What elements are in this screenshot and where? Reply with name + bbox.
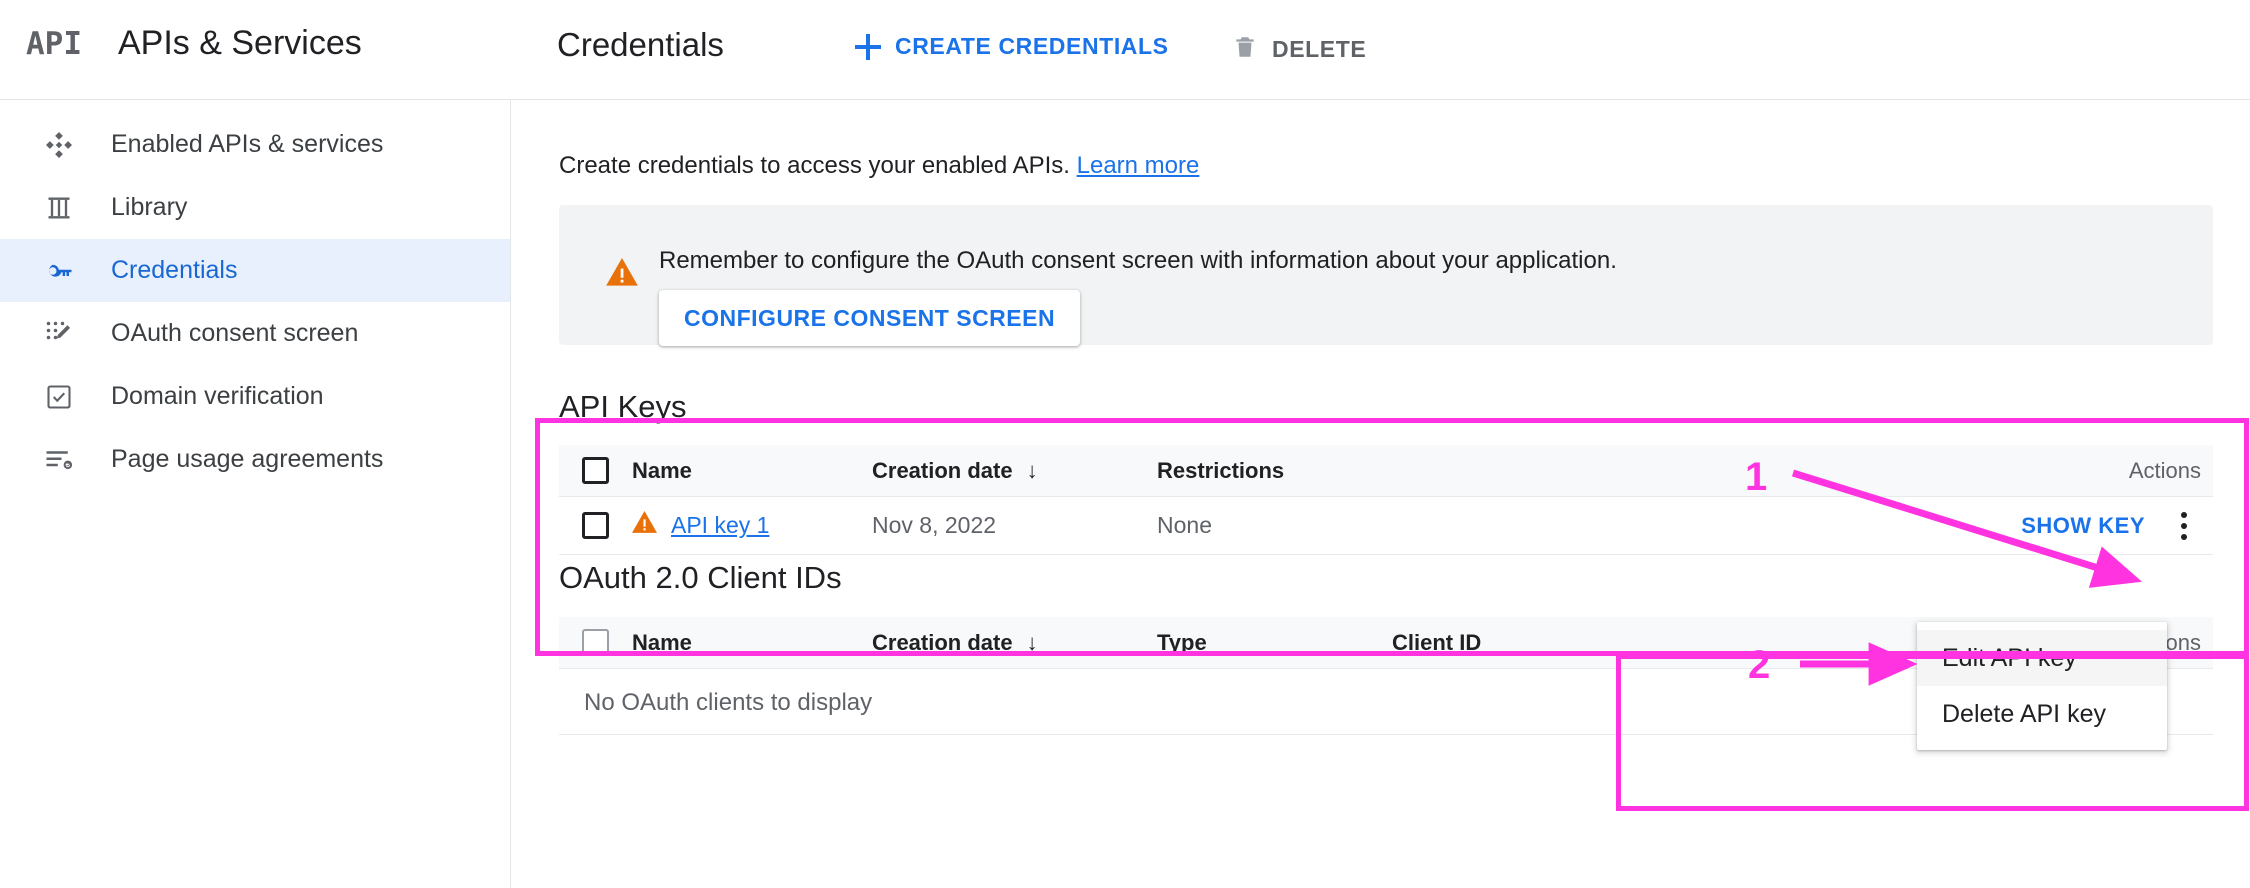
sort-descending-arrow-icon: ↓ <box>1026 629 1038 655</box>
notice-text: Remember to configure the OAuth consent … <box>659 247 1617 274</box>
sidebar-item-label: Domain verification <box>111 382 324 410</box>
select-all-checkbox-cell[interactable] <box>559 457 632 484</box>
main-content: Create credentials to access your enable… <box>511 100 2250 888</box>
column-header-actions-cell: Actions <box>1442 458 2213 484</box>
sidebar-item-domain-verification[interactable]: Domain verification <box>0 365 511 428</box>
oauth-column-header-creation-date[interactable]: Creation date ↓ <box>872 630 1157 656</box>
consent-screen-notice: Remember to configure the OAuth consent … <box>559 205 2213 346</box>
brand-title: APIs & Services <box>118 24 362 62</box>
column-header-name[interactable]: Name <box>632 458 872 484</box>
sidebar-item-enabled-apis[interactable]: Enabled APIs & services <box>0 113 511 176</box>
sidebar-item-label: Page usage agreements <box>111 445 384 473</box>
configure-consent-screen-button[interactable]: CONFIGURE CONSENT SCREEN <box>659 290 1081 346</box>
row-checkbox-cell[interactable] <box>559 512 632 539</box>
oauth-select-all-checkbox-cell[interactable] <box>559 629 632 656</box>
description-text: Create credentials to access your enable… <box>559 152 1070 179</box>
edit-api-key-menu-item[interactable]: Edit API key <box>1917 630 2167 686</box>
credentials-page: API APIs & Services Credentials CREATE C… <box>0 0 2250 888</box>
plus-icon <box>855 33 881 60</box>
warning-icon <box>606 258 638 292</box>
column-header-restrictions[interactable]: Restrictions <box>1157 458 1442 484</box>
sidebar-item-credentials[interactable]: Credentials <box>0 239 511 302</box>
sidebar-item-label: Enabled APIs & services <box>111 130 384 158</box>
api-key-context-menu: Edit API key Delete API key <box>1917 622 2167 750</box>
sidebar-item-library[interactable]: Library <box>0 176 511 239</box>
column-header-actions: Actions <box>2128 457 2201 483</box>
api-keys-table: Name Creation date ↓ Restrictions Action… <box>559 445 2213 555</box>
annotation-number-2: 2 <box>1748 643 1771 687</box>
api-keys-section-title: API Keys <box>559 389 687 424</box>
page-agreements-icon <box>42 443 76 477</box>
delete-button[interactable]: DELETE <box>1232 33 1366 66</box>
sidebar-item-label: Credentials <box>111 256 238 284</box>
more-vert-icon[interactable] <box>2167 508 2201 544</box>
sidebar-item-label: OAuth consent screen <box>111 319 359 347</box>
sidebar-item-label: Library <box>111 193 188 221</box>
oauth-clients-section-title: OAuth 2.0 Client IDs <box>559 560 842 595</box>
oauth-empty-message: No OAuth clients to display <box>584 688 873 716</box>
table-row[interactable]: API key 1 Nov 8, 2022 None SHOW KEY <box>559 497 2213 555</box>
oauth-column-header-type[interactable]: Type <box>1157 630 1392 656</box>
create-credentials-label: CREATE CREDENTIALS <box>895 33 1169 59</box>
top-bar: API APIs & Services Credentials CREATE C… <box>0 0 2250 100</box>
cell-name: API key 1 <box>632 511 872 540</box>
consent-screen-icon <box>42 317 76 351</box>
show-key-button[interactable]: SHOW KEY <box>2021 513 2145 539</box>
learn-more-link[interactable]: Learn more <box>1077 152 1200 179</box>
configure-consent-screen-label: CONFIGURE CONSENT SCREEN <box>684 304 1056 331</box>
library-icon <box>42 191 76 225</box>
cell-creation-date: Nov 8, 2022 <box>872 512 997 538</box>
page-title: Credentials <box>557 26 724 63</box>
oauth-column-header-creation-date-label: Creation date <box>872 629 1013 655</box>
api-key-name-link[interactable]: API key 1 <box>671 512 769 539</box>
oauth-column-header-client-id[interactable]: Client ID <box>1392 630 1692 656</box>
cell-restrictions: None <box>1157 512 1212 538</box>
dashboard-diamond-icon <box>42 128 76 162</box>
oauth-column-header-name[interactable]: Name <box>632 630 872 656</box>
warning-icon <box>632 511 657 540</box>
column-header-creation-date-label: Creation date <box>872 457 1013 483</box>
oauth-select-all-checkbox[interactable] <box>582 629 609 656</box>
column-header-creation-date[interactable]: Creation date ↓ <box>872 458 1157 484</box>
api-logo-icon: API <box>26 25 82 62</box>
cell-actions: SHOW KEY <box>1442 508 2213 544</box>
sidebar: Enabled APIs & services Library Credenti… <box>0 100 511 888</box>
check-box-icon <box>42 380 76 414</box>
delete-label: DELETE <box>1272 36 1367 62</box>
brand-area: API APIs & Services <box>26 24 362 63</box>
sidebar-item-oauth-consent-screen[interactable]: OAuth consent screen <box>0 302 511 365</box>
trash-icon <box>1232 33 1258 66</box>
delete-api-key-menu-item[interactable]: Delete API key <box>1917 686 2167 742</box>
row-checkbox[interactable] <box>582 512 609 539</box>
select-all-checkbox[interactable] <box>582 457 609 484</box>
credentials-description: Create credentials to access your enable… <box>559 152 1199 180</box>
key-icon <box>42 254 76 288</box>
create-credentials-button[interactable]: CREATE CREDENTIALS <box>855 33 1169 60</box>
annotation-number-1: 1 <box>1745 455 1768 499</box>
sort-descending-arrow-icon: ↓ <box>1026 457 1038 483</box>
sidebar-item-page-usage-agreements[interactable]: Page usage agreements <box>0 428 511 491</box>
api-keys-table-header: Name Creation date ↓ Restrictions Action… <box>559 445 2213 497</box>
